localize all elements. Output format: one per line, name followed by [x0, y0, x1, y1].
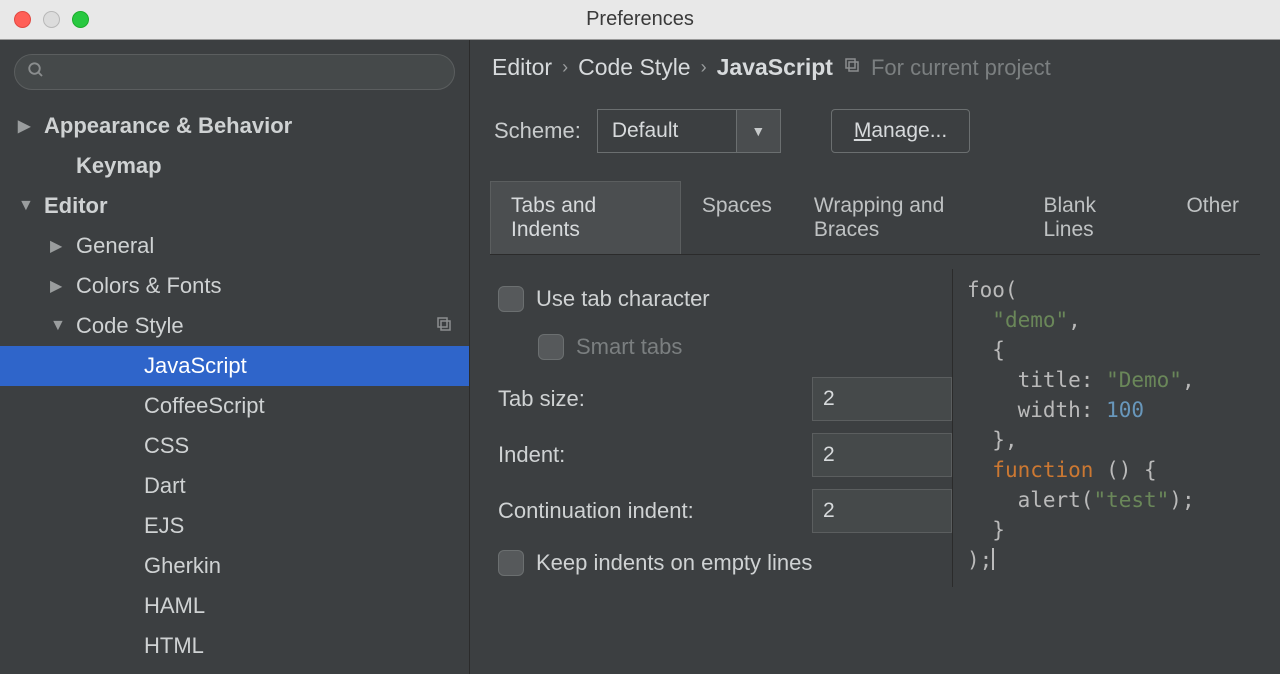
tree-item-label: Appearance & Behavior	[44, 113, 292, 139]
search-input[interactable]	[14, 54, 455, 90]
titlebar: Preferences	[0, 0, 1280, 40]
keep-indents-checkbox-row[interactable]: Keep indents on empty lines	[498, 539, 952, 587]
manage-label-rest: anage...	[871, 119, 947, 143]
breadcrumb: Editor › Code Style › JavaScript For cur…	[492, 54, 1260, 81]
tree-item-label: CoffeeScript	[144, 393, 265, 419]
tree-item-css[interactable]: CSS	[0, 426, 469, 466]
tab-spaces[interactable]: Spaces	[681, 181, 793, 254]
chevron-right-icon: ›	[562, 57, 568, 78]
smart-tabs-checkbox-row: Smart tabs	[498, 323, 952, 371]
chevron-right-icon: ▶	[50, 276, 76, 296]
tree-item-label: Keymap	[76, 153, 162, 179]
text-cursor-icon	[992, 548, 994, 570]
tree-item-label: EJS	[144, 513, 184, 539]
checkbox-icon[interactable]	[498, 286, 524, 312]
continuation-input[interactable]	[812, 489, 952, 533]
tree-item-gherkin[interactable]: Gherkin	[0, 546, 469, 586]
tree-item-label: CSS	[144, 433, 189, 459]
tree-item-ejs[interactable]: EJS	[0, 506, 469, 546]
tree-item-label: Dart	[144, 473, 186, 499]
smart-tabs-label: Smart tabs	[576, 334, 682, 360]
tabs: Tabs and IndentsSpacesWrapping and Brace…	[490, 181, 1260, 255]
tab-size-label: Tab size:	[498, 386, 812, 412]
scheme-label: Scheme:	[494, 118, 581, 144]
tree-item-general[interactable]: ▶General	[0, 226, 469, 266]
tree-item-label: General	[76, 233, 154, 259]
minimize-icon[interactable]	[43, 11, 60, 28]
chevron-down-icon: ▼	[50, 317, 76, 335]
continuation-label: Continuation indent:	[498, 498, 812, 524]
tree-item-label: HTML	[144, 633, 204, 659]
settings-column: Use tab character Smart tabs Tab size: I…	[492, 269, 952, 587]
tab-wrapping-and-braces[interactable]: Wrapping and Braces	[793, 181, 1023, 254]
tree-item-label: JavaScript	[144, 353, 247, 379]
chevron-right-icon: ▶	[50, 236, 76, 256]
search-icon	[27, 61, 45, 84]
indent-label: Indent:	[498, 442, 812, 468]
tab-blank-lines[interactable]: Blank Lines	[1022, 181, 1165, 254]
chevron-right-icon: ▶	[18, 116, 44, 136]
tree-item-html[interactable]: HTML	[0, 626, 469, 666]
sidebar: ▶Appearance & BehaviorKeymap▼Editor▶Gene…	[0, 40, 470, 674]
content-panel: Editor › Code Style › JavaScript For cur…	[470, 40, 1280, 674]
tab-tabs-and-indents[interactable]: Tabs and Indents	[490, 181, 681, 254]
tree-item-haml[interactable]: HAML	[0, 586, 469, 626]
tree-item-colors-fonts[interactable]: ▶Colors & Fonts	[0, 266, 469, 306]
tree-item-appearance-behavior[interactable]: ▶Appearance & Behavior	[0, 106, 469, 146]
scheme-value: Default	[597, 109, 737, 153]
crumb-code-style[interactable]: Code Style	[578, 54, 691, 81]
chevron-down-icon: ▼	[18, 197, 44, 215]
use-tab-label: Use tab character	[536, 286, 710, 312]
window-controls	[0, 11, 89, 28]
crumb-javascript: JavaScript	[717, 54, 833, 81]
tab-other[interactable]: Other	[1165, 181, 1260, 254]
use-tab-checkbox-row[interactable]: Use tab character	[498, 275, 952, 323]
crumb-editor[interactable]: Editor	[492, 54, 552, 81]
chevron-right-icon: ›	[701, 57, 707, 78]
tree-item-keymap[interactable]: Keymap	[0, 146, 469, 186]
zoom-icon[interactable]	[72, 11, 89, 28]
indent-input[interactable]	[812, 433, 952, 477]
tree-item-dart[interactable]: Dart	[0, 466, 469, 506]
checkbox-icon[interactable]	[498, 550, 524, 576]
tree-item-javascript[interactable]: JavaScript	[0, 346, 469, 386]
tree-item-label: Code Style	[76, 313, 184, 339]
tree-item-label: Editor	[44, 193, 108, 219]
scheme-select[interactable]: Default ▼	[597, 109, 781, 153]
chevron-down-icon[interactable]: ▼	[737, 109, 781, 153]
project-scope-label: For current project	[871, 55, 1051, 81]
tree-item-label: Colors & Fonts	[76, 273, 222, 299]
code-preview: foo( "demo", { title: "Demo", width: 100…	[952, 269, 1260, 587]
tree-item-coffeescript[interactable]: CoffeeScript	[0, 386, 469, 426]
checkbox-icon	[538, 334, 564, 360]
project-scope-icon	[843, 56, 861, 79]
window-title: Preferences	[586, 8, 694, 31]
tree-item-editor[interactable]: ▼Editor	[0, 186, 469, 226]
tree-item-label: Gherkin	[144, 553, 221, 579]
tree-item-label: HAML	[144, 593, 205, 619]
manage-button[interactable]: Manage...	[831, 109, 970, 153]
close-icon[interactable]	[14, 11, 31, 28]
copy-icon[interactable]	[435, 315, 453, 338]
tab-size-input[interactable]	[812, 377, 952, 421]
tree-item-code-style[interactable]: ▼Code Style	[0, 306, 469, 346]
keep-indents-label: Keep indents on empty lines	[536, 550, 812, 576]
